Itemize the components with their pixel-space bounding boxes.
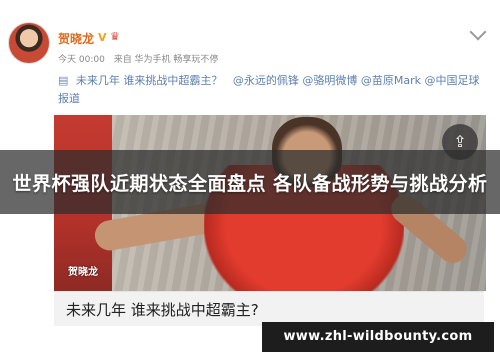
document-icon: ▤	[58, 74, 69, 87]
site-url-tag: www.zhl-wildbounty.com	[262, 322, 494, 352]
headline-text: 世界杯强队近期状态全面盘点 各队备战形势与挑战分析	[12, 172, 488, 195]
headline-banner: 世界杯强队近期状态全面盘点 各队备战形势与挑战分析	[0, 150, 500, 214]
post-text: ▤ 未来几年 谁来挑战中超霸主？ @永远的佩锋 @骆明微博 @苗原Mark @中…	[58, 72, 488, 108]
mention-2[interactable]: @骆明微博	[302, 74, 357, 87]
post-header: 贺晓龙 V ♛ 今天 00:00 来自 华为手机 畅享玩不停 ▤ 未来几年 谁来…	[0, 0, 500, 115]
photo-watermark: 贺晓龙	[68, 267, 98, 278]
username[interactable]: 贺晓龙	[58, 30, 94, 47]
chevron-down-icon[interactable]	[469, 23, 487, 41]
mention-1[interactable]: @永远的佩锋	[233, 74, 299, 87]
article-caption[interactable]: 未来几年 谁来挑战中超霸主?	[54, 291, 484, 326]
avatar[interactable]	[8, 22, 50, 64]
crown-icon: ♛	[110, 30, 120, 43]
mention-3[interactable]: @苗原Mark	[361, 74, 421, 87]
post-time: 今天 00:00	[58, 55, 105, 65]
post-meta: 今天 00:00 来自 华为手机 畅享玩不停	[58, 52, 224, 65]
caption-text: 未来几年 谁来挑战中超霸主?	[66, 301, 259, 319]
verified-badge-icon: V	[98, 31, 107, 44]
article-link[interactable]: 未来几年 谁来挑战中超霸主？	[76, 74, 223, 87]
post-source: 来自 华为手机 畅享玩不停	[113, 55, 219, 65]
